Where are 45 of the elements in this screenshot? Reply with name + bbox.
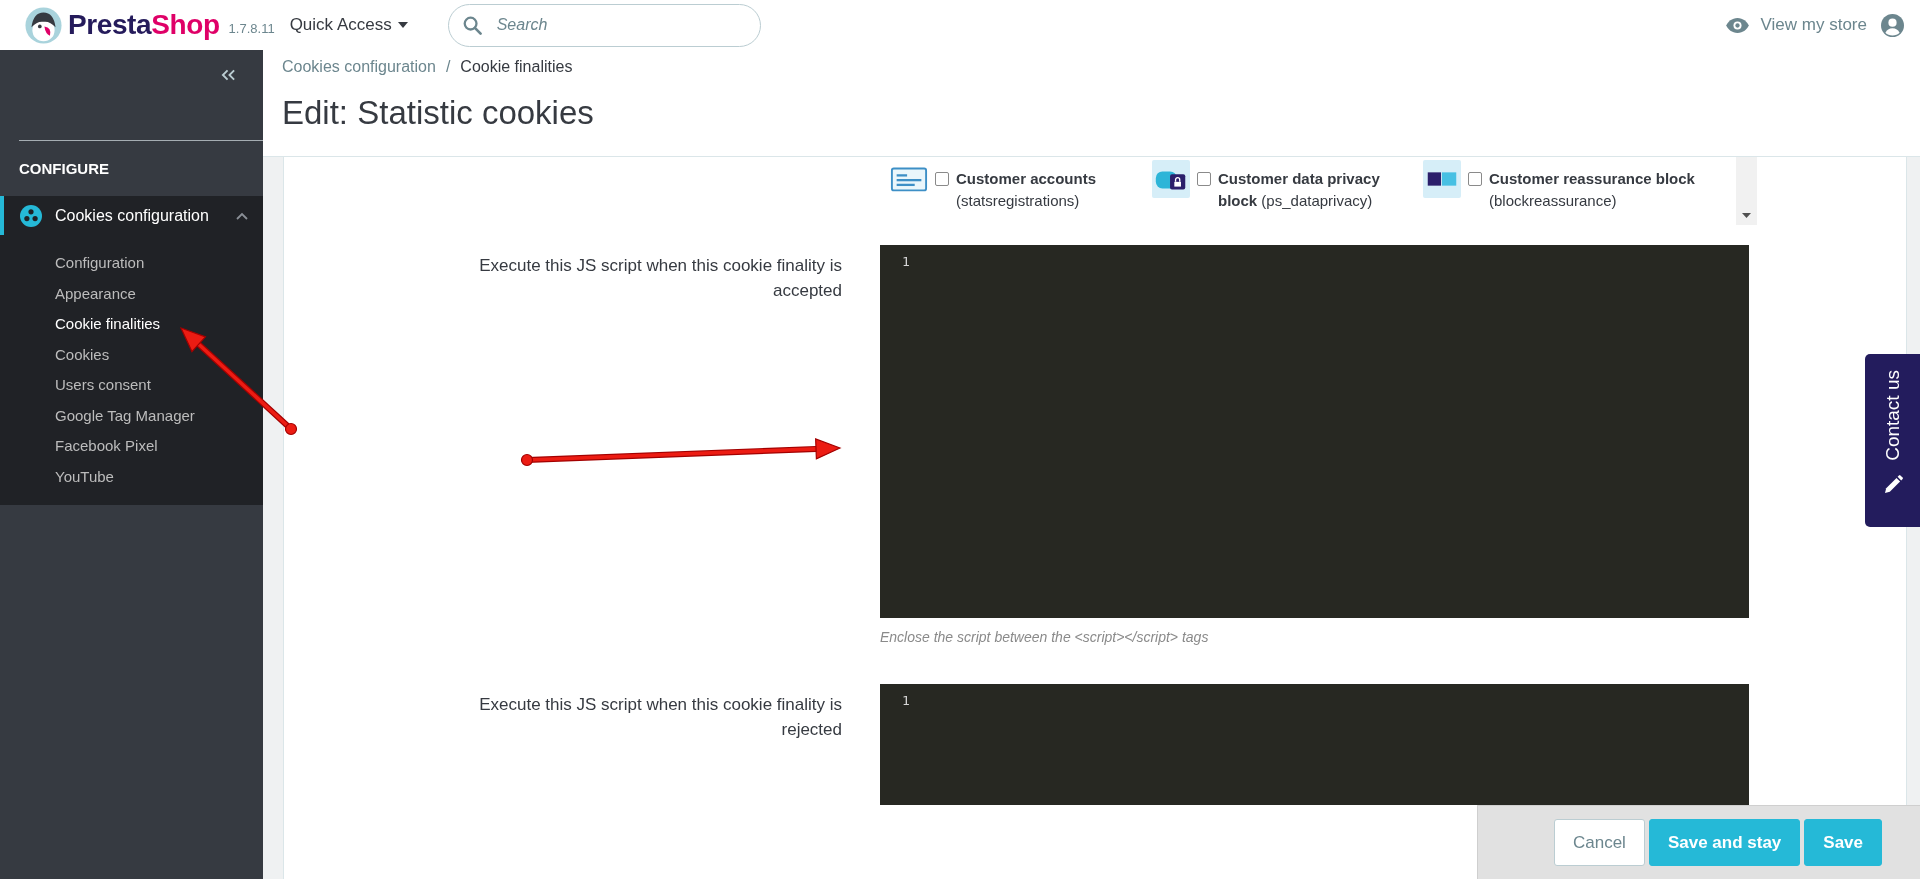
- lock-tile-icon: [1152, 160, 1190, 198]
- search-icon: [462, 15, 482, 35]
- sidebar-subitem[interactable]: Appearance: [0, 278, 263, 309]
- section-title: CONFIGURE: [18, 159, 110, 179]
- sidebar-subitem[interactable]: YouTube: [0, 461, 263, 492]
- checkbox[interactable]: [935, 172, 949, 186]
- line-number: 1: [902, 692, 911, 710]
- double-chevron-left-icon[interactable]: [221, 69, 236, 81]
- view-store-link[interactable]: View my store: [1725, 15, 1867, 35]
- caret-down-icon: [397, 22, 408, 28]
- page-title: Edit: Statistic cookies: [282, 93, 595, 133]
- field-label: Execute this JS script when this cookie finality is rejected: [478, 694, 842, 741]
- checkbox[interactable]: [1197, 172, 1211, 186]
- pencil-icon: [1882, 474, 1903, 495]
- contact-us-tab[interactable]: Contact us: [1865, 354, 1920, 527]
- module-label: Customer reassurance block (blockreassurance): [1489, 169, 1696, 211]
- blocks-tile-icon: [1423, 160, 1461, 198]
- sidebar-subitem[interactable]: Configuration: [0, 248, 263, 279]
- field-label: Execute this JS script when this cookie finality is accepted: [478, 255, 842, 302]
- sidebar-subitem[interactable]: Google Tag Manager: [0, 400, 263, 431]
- bird-logo-icon: [25, 6, 62, 44]
- eye-icon: [1725, 17, 1749, 33]
- code-editor[interactable]: 1: [880, 245, 1749, 618]
- search-field[interactable]: Search: [447, 3, 761, 47]
- user-icon[interactable]: [1881, 13, 1904, 37]
- sidebar-subitem[interactable]: Users consent: [0, 370, 263, 401]
- version-label: 1.7.8.11: [228, 19, 275, 36]
- line-number: 1: [902, 253, 911, 271]
- code-editor[interactable]: 1: [880, 684, 1749, 805]
- breadcrumb-current: Cookie finalities: [460, 57, 573, 77]
- quick-access-button[interactable]: Quick Access: [287, 11, 410, 39]
- checkbox[interactable]: [1468, 172, 1482, 186]
- module-label: Customer accounts (statsregistrations): [956, 169, 1098, 211]
- scrollbar[interactable]: [1736, 157, 1757, 225]
- sidebar-subitem[interactable]: Cookie finalities: [0, 309, 263, 340]
- cancel-button[interactable]: Cancel: [1553, 819, 1645, 866]
- module-label: Customer data privacy block (ps_dataprivacy): [1218, 169, 1381, 211]
- breadcrumb-link[interactable]: Cookies configuration: [282, 57, 436, 77]
- sidebar-subitem[interactable]: Facebook Pixel: [0, 431, 263, 462]
- breadcrumb-separator: /: [445, 57, 451, 77]
- sidebar-subitem[interactable]: Cookies: [0, 339, 263, 370]
- scroll-arrow-icon[interactable]: [1742, 213, 1751, 218]
- help-text: Enclose the script between the <script></script> tags: [880, 628, 1209, 647]
- dotted-circle-icon: [20, 204, 42, 227]
- sidebar-item[interactable]: Cookies configuration: [0, 196, 263, 235]
